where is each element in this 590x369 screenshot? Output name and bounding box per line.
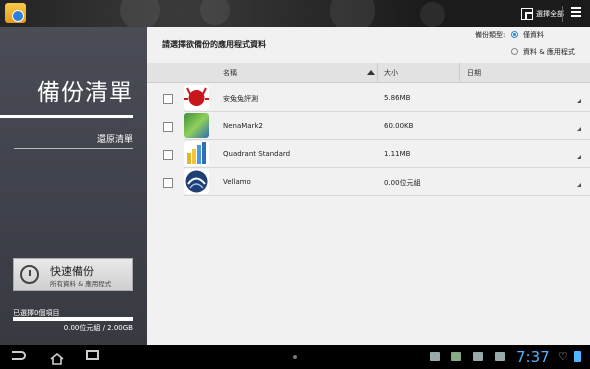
select-all-label: 選擇全部: [536, 10, 564, 18]
gallery-icon[interactable]: [430, 352, 440, 361]
storage-usage: 0.00位元組 / 2.00GB: [63, 324, 133, 332]
expand-arrow-icon[interactable]: [577, 183, 581, 187]
expand-arrow-icon[interactable]: [577, 127, 581, 131]
column-date[interactable]: 日期: [467, 68, 481, 78]
video-icon[interactable]: [495, 352, 505, 361]
quick-backup-sub: 所有資料 & 應用程式: [50, 280, 112, 288]
app-size: 60.00KB: [384, 122, 414, 130]
app-name: Vellamo: [223, 178, 251, 186]
sidebar: 備份清單 還原清單 快速備份 所有資料 & 應用程式 已選擇0個項目 0.00位…: [0, 27, 147, 345]
table-row[interactable]: Vellamo 0.00位元組: [147, 168, 590, 196]
android-icon[interactable]: [451, 352, 461, 361]
table-header: 名稱 大小 日期: [147, 63, 590, 83]
overflow-menu-icon[interactable]: [571, 7, 581, 19]
system-bar: 7:37 ♡: [0, 345, 590, 368]
option-data-only[interactable]: 僅資料: [523, 30, 544, 40]
app-size: 5.86MB: [384, 94, 411, 102]
row-checkbox[interactable]: [163, 122, 173, 132]
selected-indicator: [0, 115, 133, 118]
quick-backup-label: 快速備份: [50, 265, 94, 278]
table-row[interactable]: 安兔兔評測 5.86MB: [147, 84, 590, 112]
quick-backup-button[interactable]: 快速備份 所有資料 & 應用程式: [13, 258, 133, 291]
divider: [14, 148, 133, 149]
expand-arrow-icon[interactable]: [577, 155, 581, 159]
antutu-icon: [184, 85, 209, 110]
table-row[interactable]: NenaMark2 60.00KB: [147, 112, 590, 140]
column-divider: [459, 63, 460, 82]
expand-arrow-icon[interactable]: [577, 99, 581, 103]
app-name: 安兔兔評測: [223, 95, 258, 103]
action-bar: 選擇全部: [0, 0, 590, 33]
instruction-text: 請選擇欲備份的應用程式資料: [162, 40, 266, 49]
option-data-and-apps[interactable]: 資料 & 應用程式: [523, 47, 575, 57]
back-icon[interactable]: [12, 351, 26, 360]
app-size: 0.00位元組: [384, 179, 421, 187]
app-size: 1.11MB: [384, 150, 411, 158]
restore-list-tab[interactable]: 還原清單: [97, 132, 133, 145]
row-divider: [184, 195, 590, 196]
app-logo-icon: [5, 3, 26, 23]
column-divider: [377, 63, 378, 82]
app-name: Quadrant Standard: [223, 150, 291, 158]
backup-list-title[interactable]: 備份清單: [37, 73, 133, 107]
storage-progress-bar: [13, 317, 133, 321]
nenamark-icon: [184, 113, 209, 138]
clock[interactable]: 7:37: [516, 348, 550, 366]
divider: [562, 6, 563, 22]
quadrant-icon: [184, 141, 209, 166]
radio-data-only[interactable]: [511, 31, 518, 38]
select-cursor-icon: [521, 8, 533, 20]
vellamo-icon: [184, 169, 209, 194]
backup-type-label: 備份類型:: [475, 31, 506, 39]
recent-apps-icon[interactable]: [86, 350, 99, 360]
row-checkbox[interactable]: [163, 150, 173, 160]
media-icon[interactable]: [473, 352, 483, 361]
radio-data-and-apps[interactable]: [511, 48, 518, 55]
battery-icon: [574, 351, 581, 362]
row-checkbox[interactable]: [163, 178, 173, 188]
backup-clock-icon: [20, 265, 39, 284]
main-panel: 請選擇欲備份的應用程式資料 備份類型: 僅資料 資料 & 應用程式 名稱 大小 …: [147, 27, 590, 345]
select-all-button[interactable]: 選擇全部: [521, 6, 564, 22]
heart-icon: ♡: [558, 350, 568, 363]
sort-ascending-icon[interactable]: [367, 70, 375, 75]
row-checkbox[interactable]: [163, 94, 173, 104]
home-icon[interactable]: [50, 350, 64, 365]
column-size[interactable]: 大小: [384, 68, 398, 78]
keyboard-dot-icon: [293, 355, 297, 359]
table-row[interactable]: Quadrant Standard 1.11MB: [147, 140, 590, 168]
app-name: NenaMark2: [223, 122, 263, 130]
column-name[interactable]: 名稱: [223, 68, 237, 78]
